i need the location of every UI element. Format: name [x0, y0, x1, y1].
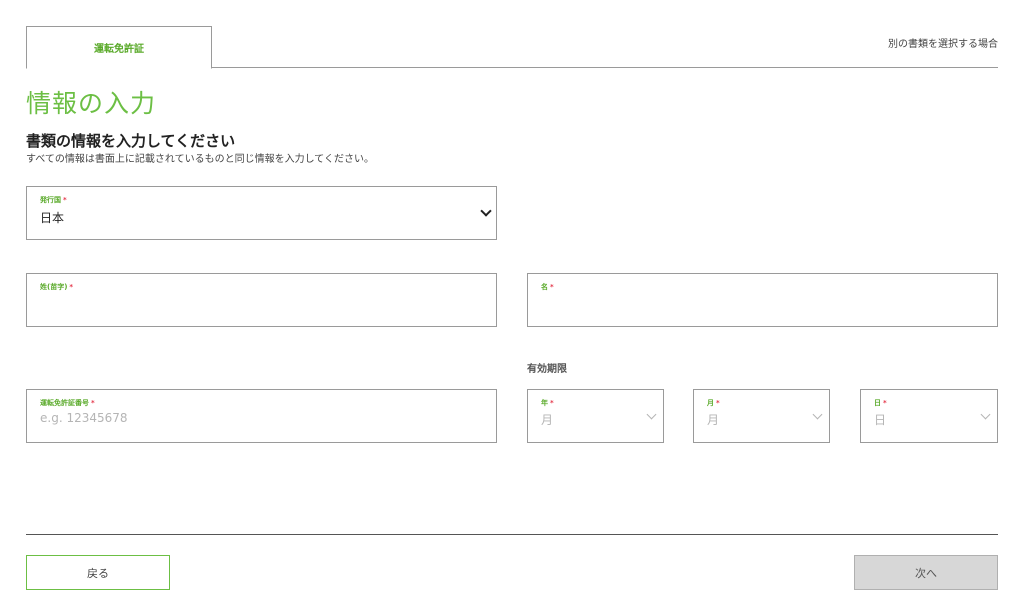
- tab-drivers-license[interactable]: 運転免許証: [26, 26, 212, 69]
- chevron-down-icon: [812, 409, 823, 420]
- expiry-year-placeholder: 月: [541, 413, 554, 427]
- document-tab-bar: 運転免許証 別の書類を選択する場合: [26, 26, 998, 69]
- expiry-year-select[interactable]: 年 * 月: [527, 389, 664, 443]
- expiry-month-label: 月 *: [707, 399, 720, 407]
- last-name-label: 姓(苗字) *: [40, 283, 74, 291]
- first-name-field[interactable]: 名 *: [527, 273, 998, 327]
- expiry-year-label: 年 *: [541, 399, 554, 407]
- first-name-label: 名 *: [541, 283, 554, 291]
- last-name-field[interactable]: 姓(苗字) *: [26, 273, 497, 327]
- country-value: 日本: [40, 211, 65, 225]
- footer-divider: [26, 534, 998, 535]
- expiry-date-label: 有効期限: [527, 364, 567, 375]
- chevron-down-icon: [646, 409, 657, 420]
- expiry-day-label: 日 *: [874, 399, 887, 407]
- license-number-field[interactable]: 運転免許証番号 * e.g. 12345678: [26, 389, 497, 443]
- select-other-document-link[interactable]: 別の書類を選択する場合: [888, 35, 998, 50]
- next-button[interactable]: 次へ: [854, 555, 998, 590]
- expiry-month-placeholder: 月: [707, 413, 720, 427]
- back-button[interactable]: 戻る: [26, 555, 170, 590]
- expiry-day-select[interactable]: 日 * 日: [860, 389, 998, 443]
- expiry-month-select[interactable]: 月 * 月: [693, 389, 830, 443]
- chevron-down-icon: [980, 409, 991, 420]
- license-number-label: 運転免許証番号 *: [40, 399, 95, 407]
- chevron-down-icon: [480, 205, 492, 217]
- country-label: 発行国 *: [40, 196, 67, 204]
- country-select[interactable]: 発行国 * 日本: [26, 186, 497, 240]
- license-number-placeholder: e.g. 12345678: [40, 411, 128, 425]
- section-heading: 書類の情報を入力してください: [26, 132, 236, 150]
- expiry-day-placeholder: 日: [874, 413, 887, 427]
- page-title: 情報の入力: [26, 89, 157, 118]
- section-description: すべての情報は書面上に記載されているものと同じ情報を入力してください。: [26, 154, 374, 165]
